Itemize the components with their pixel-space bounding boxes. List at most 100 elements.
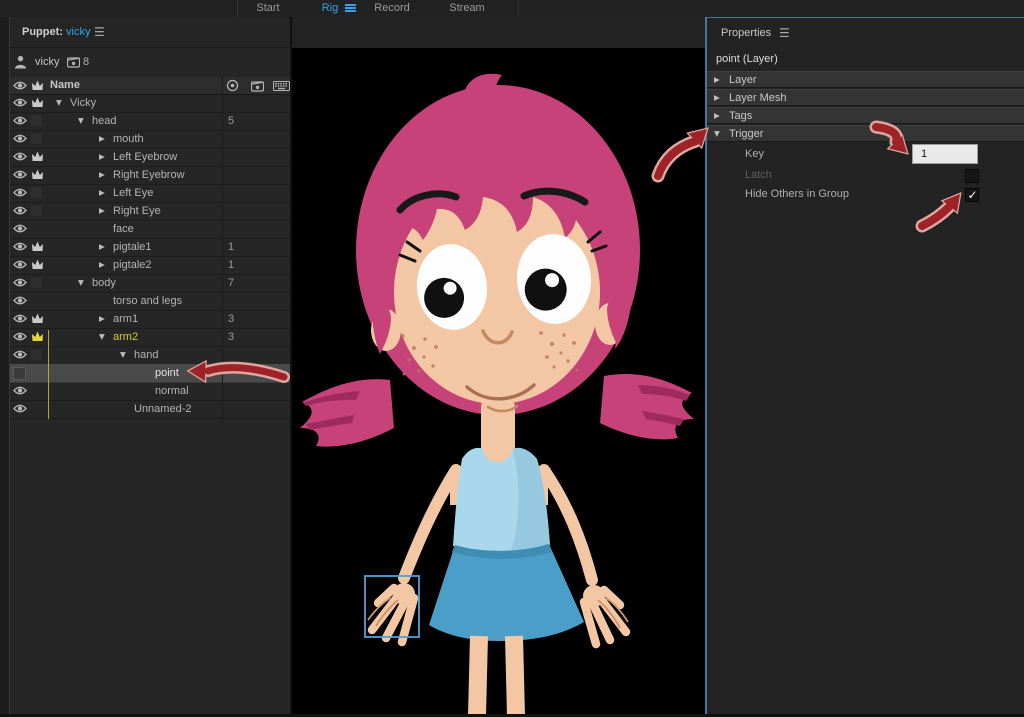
- handle-badge[interactable]: [31, 349, 45, 361]
- handle-badge[interactable]: [31, 97, 45, 109]
- disclosure-triangle[interactable]: ▼: [714, 126, 720, 142]
- handle-badge[interactable]: [31, 367, 45, 379]
- layer-row[interactable]: ▶ pigtale2 1: [10, 256, 290, 275]
- trigger-key-input[interactable]: [912, 144, 978, 164]
- panel-menu-icon[interactable]: ☰: [94, 17, 105, 47]
- visibility-toggle[interactable]: [13, 259, 28, 271]
- layer-row[interactable]: ▶ mouth: [10, 130, 290, 149]
- visibility-toggle[interactable]: [13, 367, 28, 380]
- visibility-toggle[interactable]: [13, 187, 28, 199]
- puppet-viewport[interactable]: [292, 48, 705, 717]
- disclosure-triangle[interactable]: ▼: [99, 328, 105, 346]
- puppet-panel-header[interactable]: Puppet: vicky ☰: [10, 17, 290, 48]
- section-header-layer[interactable]: ▶ Layer: [707, 71, 1024, 88]
- layer-row[interactable]: ▶ arm1 3: [10, 310, 290, 329]
- handle-badge[interactable]: [31, 205, 45, 217]
- section-header-trigger[interactable]: ▼ Trigger: [707, 125, 1024, 142]
- visibility-toggle[interactable]: [13, 97, 28, 109]
- handle-badge[interactable]: [31, 313, 45, 325]
- handle-badge[interactable]: [31, 331, 45, 343]
- visibility-toggle[interactable]: [13, 403, 28, 415]
- visibility-toggle[interactable]: [13, 277, 28, 289]
- warp-independence-column-icon[interactable]: [226, 79, 239, 95]
- hide-others-checkbox[interactable]: [965, 188, 979, 202]
- disclosure-triangle[interactable]: ▶: [99, 310, 105, 328]
- visibility-toggle[interactable]: [13, 151, 28, 163]
- tab-start[interactable]: Start: [240, 0, 296, 16]
- layer-row[interactable]: ▶ Right Eyebrow: [10, 166, 290, 185]
- trigger-column-icon[interactable]: [250, 80, 265, 95]
- visibility-toggle[interactable]: [13, 205, 28, 217]
- layer-name[interactable]: head: [92, 112, 116, 130]
- properties-panel-header[interactable]: Properties ☰: [707, 18, 1024, 48]
- visibility-column-icon[interactable]: [13, 80, 27, 94]
- visibility-toggle[interactable]: [13, 223, 28, 235]
- handle-badge[interactable]: [31, 259, 45, 271]
- handle-badge[interactable]: [31, 151, 45, 163]
- handle-badge[interactable]: [31, 403, 45, 415]
- handle-badge[interactable]: [31, 241, 45, 253]
- tab-rig[interactable]: Rig: [310, 0, 350, 16]
- visibility-off-box[interactable]: [13, 367, 26, 380]
- disclosure-triangle[interactable]: ▶: [99, 202, 105, 220]
- visibility-toggle[interactable]: [13, 241, 28, 253]
- handle-badge[interactable]: [31, 385, 45, 397]
- layer-name[interactable]: Vicky: [70, 94, 96, 112]
- layer-name[interactable]: Unnamed-2: [134, 400, 191, 418]
- tab-record[interactable]: Record: [364, 0, 420, 16]
- disclosure-triangle[interactable]: ▶: [99, 166, 105, 184]
- handle-badge[interactable]: [31, 169, 45, 181]
- layer-name[interactable]: torso and legs: [113, 292, 182, 310]
- layer-row[interactable]: ▼ body 7: [10, 274, 290, 293]
- latch-checkbox[interactable]: [965, 169, 979, 183]
- layer-name[interactable]: Right Eye: [113, 202, 161, 220]
- visibility-toggle[interactable]: [13, 295, 28, 307]
- tab-stream[interactable]: Stream: [439, 0, 495, 16]
- layer-row[interactable]: ▼ hand: [10, 346, 290, 365]
- layer-name[interactable]: face: [113, 220, 134, 238]
- layer-row[interactable]: torso and legs: [10, 292, 290, 311]
- layer-name[interactable]: arm1: [113, 310, 138, 328]
- layer-row[interactable]: ▶ Left Eyebrow: [10, 148, 290, 167]
- handle-column-icon[interactable]: [31, 80, 44, 94]
- layer-name[interactable]: mouth: [113, 130, 144, 148]
- layer-name[interactable]: pigtale1: [113, 238, 152, 256]
- name-column-header[interactable]: Name: [50, 77, 80, 94]
- handle-badge[interactable]: [31, 115, 45, 127]
- workspace-menu-icon[interactable]: [345, 4, 356, 13]
- layer-row[interactable]: normal: [10, 382, 290, 401]
- layer-row[interactable]: ▶ pigtale1 1: [10, 238, 290, 257]
- layer-name[interactable]: Left Eye: [113, 184, 153, 202]
- layer-row[interactable]: ▼ head 5: [10, 112, 290, 131]
- layer-row[interactable]: ▶ Right Eye: [10, 202, 290, 221]
- handle-badge[interactable]: [31, 223, 45, 235]
- layer-row[interactable]: Unnamed-2: [10, 400, 290, 419]
- section-header-layer-mesh[interactable]: ▶ Layer Mesh: [707, 89, 1024, 106]
- disclosure-triangle[interactable]: ▼: [56, 94, 62, 112]
- disclosure-triangle[interactable]: ▶: [99, 148, 105, 166]
- keyboard-column-icon[interactable]: [273, 81, 290, 94]
- layer-row[interactable]: point: [10, 364, 290, 383]
- layer-name[interactable]: point: [155, 364, 179, 382]
- disclosure-triangle[interactable]: ▶: [714, 90, 720, 106]
- layer-row[interactable]: ▼ arm2 3: [10, 328, 290, 347]
- section-header-tags[interactable]: ▶ Tags: [707, 107, 1024, 124]
- handle-badge[interactable]: [31, 295, 45, 307]
- visibility-toggle[interactable]: [13, 331, 28, 343]
- layer-name[interactable]: body: [92, 274, 116, 292]
- disclosure-triangle[interactable]: ▶: [714, 72, 720, 88]
- layer-name[interactable]: hand: [134, 346, 158, 364]
- disclosure-triangle[interactable]: ▶: [99, 130, 105, 148]
- handle-badge[interactable]: [31, 187, 45, 199]
- handle-badge[interactable]: [31, 277, 45, 289]
- disclosure-triangle[interactable]: ▶: [99, 256, 105, 274]
- disclosure-triangle[interactable]: ▶: [99, 184, 105, 202]
- layer-name[interactable]: normal: [155, 382, 189, 400]
- visibility-toggle[interactable]: [13, 385, 28, 397]
- visibility-toggle[interactable]: [13, 313, 28, 325]
- disclosure-triangle[interactable]: ▼: [78, 274, 84, 292]
- disclosure-triangle[interactable]: ▼: [120, 346, 126, 364]
- layer-name[interactable]: pigtale2: [113, 256, 152, 274]
- visibility-toggle[interactable]: [13, 115, 28, 127]
- layer-name[interactable]: Left Eyebrow: [113, 148, 177, 166]
